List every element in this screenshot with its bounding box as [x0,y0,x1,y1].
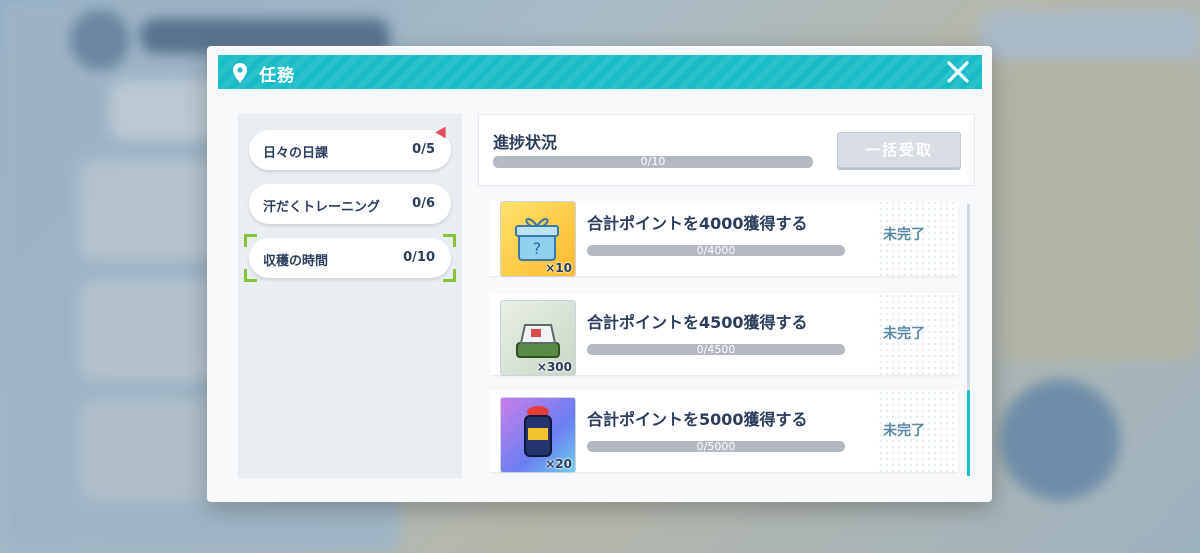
reward-quantity: ×300 [536,360,572,374]
overall-progress-bar: 0/10 [493,156,813,168]
mission-status[interactable]: 未完了 [883,323,925,343]
missions-dialog: 任務 日々の日課 0/5 汗だくトレーニング 0/6 収穫の時間 0/10 進捗… [207,46,992,502]
mission-progress-bar: 0/4000 [587,244,845,257]
reward-quantity: ×10 [545,261,572,275]
mission-title: 合計ポイントを4500獲得する [587,313,808,332]
reward-item[interactable]: ×20 [500,397,576,473]
svg-text:?: ? [533,239,542,258]
tab-label: 汗だくトレーニング [263,200,381,215]
reward-item[interactable]: ×300 [500,300,576,376]
selection-corner [244,234,257,247]
mission-progress-bar: 0/4500 [587,343,845,356]
selection-corner [443,234,456,247]
tab-count: 0/6 [412,196,435,211]
dialog-title: 任務 [259,66,295,86]
progress-bar-text: 0/10 [640,155,666,168]
overall-progress-panel: 進捗状況 0/10 一括受取 [478,114,975,186]
tab-sweaty-training[interactable]: 汗だくトレーニング 0/6 [249,184,451,224]
progress-title: 進捗状況 [493,133,558,152]
mission-status[interactable]: 未完了 [883,420,925,440]
close-icon[interactable] [946,60,970,84]
mission-title: 合計ポイントを4000獲得する [587,214,808,233]
tab-count: 0/5 [412,142,435,157]
mission-progress-bar: 0/5000 [587,440,845,453]
tab-daily-routine[interactable]: 日々の日課 0/5 [249,123,451,170]
selection-corner [443,269,456,282]
tab-label: 日々の日課 [263,146,329,161]
reward-quantity: ×20 [545,457,572,471]
category-sidebar: 日々の日課 0/5 汗だくトレーニング 0/6 収穫の時間 0/10 [238,114,462,478]
tab-label: 収穫の時間 [263,254,329,269]
tab-harvest-time[interactable]: 収穫の時間 0/10 [244,234,456,282]
mission-row: ×300 合計ポイントを4500獲得する 0/4500 未完了 [490,293,958,376]
mission-status[interactable]: 未完了 [883,224,925,244]
map-pin-icon [233,63,247,83]
dialog-header: 任務 [218,55,982,89]
reward-item[interactable]: ? ×10 [500,201,576,277]
mission-progress-text: 0/4000 [696,244,736,257]
claim-all-button[interactable]: 一括受取 [837,132,961,168]
mission-progress-text: 0/5000 [696,440,736,453]
alert-flag-icon [435,123,451,139]
mission-title: 合計ポイントを5000獲得する [587,410,808,429]
tab-count: 0/10 [403,250,435,265]
mission-row: ? ×10 合計ポイントを4000獲得する 0/4000 未完了 [490,201,958,277]
mission-progress-text: 0/4500 [696,343,736,356]
scrollbar[interactable] [967,204,970,476]
mission-row: ×20 合計ポイントを5000獲得する 0/5000 未完了 [490,390,958,473]
scrollbar-thumb[interactable] [967,390,970,476]
selection-corner [244,269,257,282]
mission-list[interactable]: ? ×10 合計ポイントを4000獲得する 0/4000 未完了 ×300 合計 [490,201,960,479]
